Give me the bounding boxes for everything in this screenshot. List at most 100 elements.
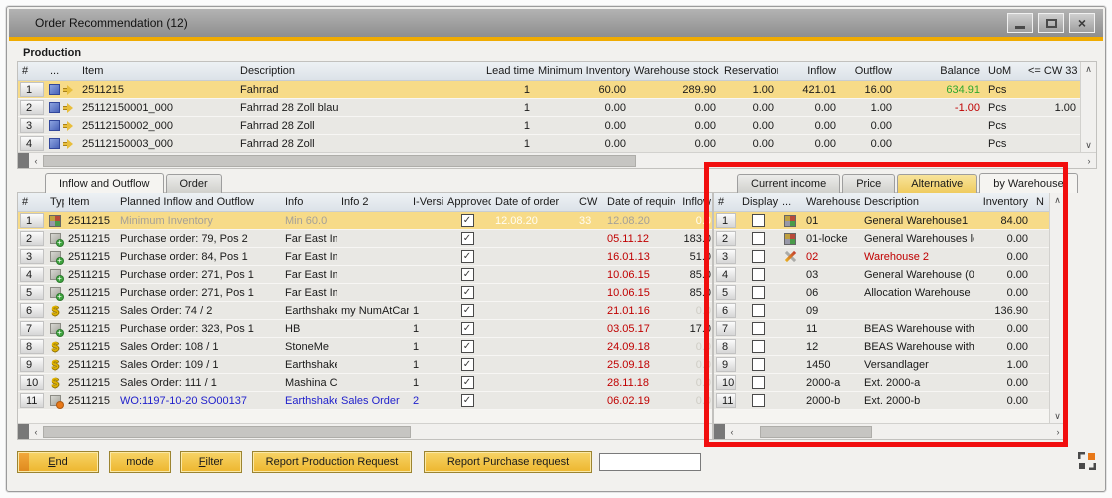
table-row[interactable]: 12511215Minimum InventoryMin 60.0✓12.08.… bbox=[18, 212, 712, 230]
button-mode[interactable]: mode bbox=[109, 451, 171, 473]
scroll-right-arrow-icon[interactable]: › bbox=[698, 425, 712, 439]
table-row[interactable]: 3+2511215Purchase order: 84, Pos 1Far Ea… bbox=[18, 248, 712, 266]
table-row[interactable]: 12511215Fahrrad160.00289.901.00421.0116.… bbox=[18, 81, 1096, 99]
column-header[interactable]: ... bbox=[778, 193, 802, 211]
row-number-chip[interactable]: 7 bbox=[716, 321, 736, 336]
column-header[interactable]: Inventory bbox=[974, 193, 1032, 211]
tab-order[interactable]: Order bbox=[166, 174, 222, 193]
row-number-chip[interactable]: 8 bbox=[716, 339, 736, 354]
scroll-left-arrow-icon[interactable]: ‹ bbox=[29, 154, 43, 168]
scroll-down-arrow-icon[interactable]: ∨ bbox=[1082, 138, 1096, 152]
display-checkbox[interactable] bbox=[752, 322, 765, 335]
column-header[interactable]: Date of requiren bbox=[603, 193, 675, 211]
column-header[interactable]: Minimum Inventory bbox=[534, 62, 630, 80]
tab-current-income[interactable]: Current income bbox=[737, 174, 840, 193]
footer-text-input[interactable] bbox=[599, 453, 701, 471]
table-row[interactable]: 6$2511215Sales Order: 74 / 2Earthshaker … bbox=[18, 302, 712, 320]
table-row[interactable]: 506Allocation Warehouse (06)0.00 bbox=[714, 284, 1065, 302]
horizontal-scrollbar[interactable]: ‹› bbox=[714, 423, 1065, 439]
row-number-chip[interactable]: 1 bbox=[20, 82, 44, 97]
table-row[interactable]: 302Warehouse 20.00 bbox=[714, 248, 1065, 266]
horizontal-scrollbar[interactable]: ‹› bbox=[18, 423, 712, 439]
display-checkbox[interactable] bbox=[752, 286, 765, 299]
row-number-chip[interactable]: 6 bbox=[716, 303, 736, 318]
row-number-chip[interactable]: 3 bbox=[20, 249, 44, 264]
table-row[interactable]: 10$2511215Sales Order: 111 / 1Mashina Co… bbox=[18, 374, 712, 392]
scroll-corner-handle[interactable] bbox=[18, 153, 29, 168]
row-number-chip[interactable]: 10 bbox=[20, 375, 44, 390]
minimize-button[interactable] bbox=[1007, 13, 1033, 33]
table-row[interactable]: 5+2511215Purchase order: 271, Pos 1Far E… bbox=[18, 284, 712, 302]
close-button[interactable]: × bbox=[1069, 13, 1095, 33]
table-row[interactable]: 2+2511215Purchase order: 79, Pos 2Far Ea… bbox=[18, 230, 712, 248]
table-row[interactable]: 609136.90 bbox=[714, 302, 1065, 320]
column-header[interactable]: Display bbox=[738, 193, 778, 211]
row-number-chip[interactable]: 9 bbox=[20, 357, 44, 372]
display-checkbox[interactable] bbox=[752, 376, 765, 389]
column-header[interactable]: Typ bbox=[46, 193, 64, 211]
table-row[interactable]: 9$2511215Sales Order: 109 / 1Earthshaker… bbox=[18, 356, 712, 374]
display-checkbox[interactable] bbox=[752, 250, 765, 263]
button-report-production-request[interactable]: Report Production Request bbox=[252, 451, 412, 473]
row-number-chip[interactable]: 4 bbox=[20, 267, 44, 282]
table-row[interactable]: 4+2511215Purchase order: 271, Pos 1Far E… bbox=[18, 266, 712, 284]
table-row[interactable]: 102000-aExt. 2000-a0.00 bbox=[714, 374, 1065, 392]
row-number-chip[interactable]: 10 bbox=[716, 375, 736, 390]
column-header[interactable]: Outflow bbox=[840, 62, 896, 80]
column-header[interactable]: Balance bbox=[896, 62, 984, 80]
column-header[interactable]: ... bbox=[46, 62, 78, 80]
table-row[interactable]: 101General Warehouse184.00 bbox=[714, 212, 1065, 230]
column-header[interactable]: Date of order bbox=[491, 193, 575, 211]
row-number-chip[interactable]: 3 bbox=[716, 249, 736, 264]
button-report-purchase-request[interactable]: Report Purchase request bbox=[424, 451, 592, 473]
column-header[interactable]: Warehouse stock bbox=[630, 62, 720, 80]
column-header[interactable]: Item bbox=[78, 62, 236, 80]
column-header[interactable]: Inflow bbox=[778, 62, 840, 80]
scroll-up-arrow-icon[interactable]: ∧ bbox=[1051, 193, 1065, 207]
resize-grip-icon[interactable] bbox=[1078, 452, 1096, 470]
tab-alternative[interactable]: Alternative bbox=[897, 174, 977, 193]
table-row[interactable]: 711BEAS Warehouse with Bin0.00 bbox=[714, 320, 1065, 338]
table-row[interactable]: 225112150001_000Fahrrad 28 Zoll blau10.0… bbox=[18, 99, 1096, 117]
column-header[interactable]: Reservation bbox=[720, 62, 778, 80]
column-header[interactable]: Planned Inflow and Outflow bbox=[116, 193, 281, 211]
display-checkbox[interactable] bbox=[752, 394, 765, 407]
table-row[interactable]: 112000-bExt. 2000-b0.00 bbox=[714, 392, 1065, 410]
column-header[interactable]: UoM bbox=[984, 62, 1024, 80]
row-number-chip[interactable]: 11 bbox=[716, 393, 736, 408]
column-header[interactable]: # bbox=[714, 193, 738, 211]
column-header[interactable]: Item bbox=[64, 193, 116, 211]
column-header[interactable]: CW bbox=[575, 193, 603, 211]
table-row[interactable]: 201-lockeGeneral Warehouses locke0.00 bbox=[714, 230, 1065, 248]
approved-checkbox[interactable]: ✓ bbox=[461, 340, 474, 353]
row-number-chip[interactable]: 5 bbox=[20, 285, 44, 300]
row-number-chip[interactable]: 7 bbox=[20, 321, 44, 336]
scroll-corner-handle[interactable] bbox=[18, 424, 29, 439]
approved-checkbox[interactable]: ✓ bbox=[461, 268, 474, 281]
display-checkbox[interactable] bbox=[752, 214, 765, 227]
scroll-down-arrow-icon[interactable]: ∨ bbox=[1051, 409, 1065, 423]
column-header[interactable]: <= CW 33 bbox=[1024, 62, 1080, 80]
row-number-chip[interactable]: 2 bbox=[716, 231, 736, 246]
row-number-chip[interactable]: 3 bbox=[20, 118, 44, 133]
vertical-scrollbar[interactable]: ∧∨ bbox=[1049, 193, 1065, 423]
table-row[interactable]: 7+2511215Purchase order: 323, Pos 1HB1✓0… bbox=[18, 320, 712, 338]
tab-price[interactable]: Price bbox=[842, 174, 895, 193]
row-number-chip[interactable]: 1 bbox=[20, 213, 44, 228]
column-header[interactable]: Description bbox=[860, 193, 974, 211]
button-filter[interactable]: Filter bbox=[180, 451, 242, 473]
scroll-right-arrow-icon[interactable]: › bbox=[1082, 154, 1096, 168]
column-header[interactable]: Inflow bbox=[675, 193, 713, 211]
column-header[interactable]: Approved bbox=[443, 193, 491, 211]
column-header[interactable]: # bbox=[18, 193, 46, 211]
approved-checkbox[interactable]: ✓ bbox=[461, 376, 474, 389]
tab-by-warehouse[interactable]: by Warehouse bbox=[979, 173, 1078, 193]
row-number-chip[interactable]: 4 bbox=[20, 136, 44, 151]
table-row[interactable]: 91450Versandlager1.00 bbox=[714, 356, 1065, 374]
scroll-left-arrow-icon[interactable]: ‹ bbox=[29, 425, 43, 439]
display-checkbox[interactable] bbox=[752, 268, 765, 281]
column-header[interactable]: Warehouse bbox=[802, 193, 860, 211]
table-row[interactable]: 112511215WO:1197-10-20 SO00137Earthshake… bbox=[18, 392, 712, 410]
table-row[interactable]: 325112150002_000Fahrrad 28 Zoll10.000.00… bbox=[18, 117, 1096, 135]
scroll-thumb[interactable] bbox=[43, 426, 411, 438]
